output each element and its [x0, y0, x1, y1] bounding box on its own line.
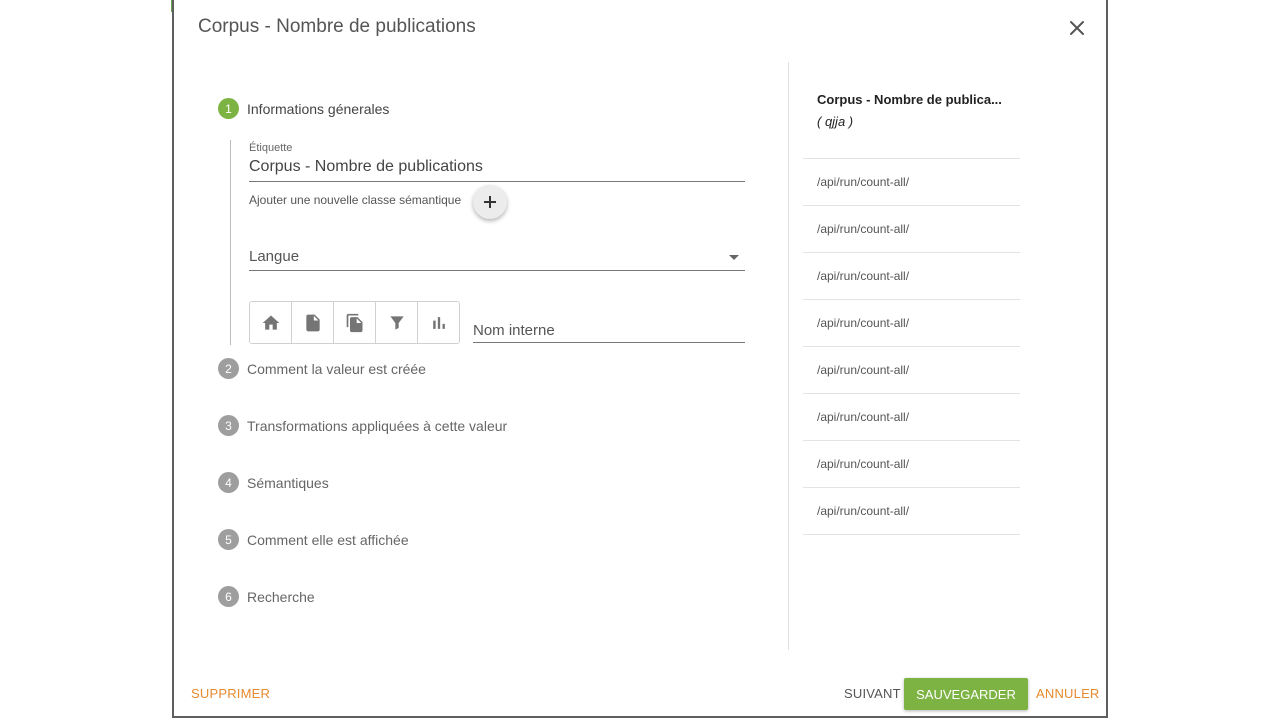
step-3[interactable]: 3 Transformations appliquées à cette val… [218, 415, 507, 436]
route-list-item[interactable]: /api/run/count-all/ [803, 346, 1020, 393]
route-list-item[interactable]: /api/run/count-all/ [803, 440, 1020, 487]
scope-chart-button[interactable] [418, 302, 459, 343]
step-label: Informations génerales [247, 100, 390, 117]
filter-icon [389, 315, 404, 330]
step-number: 1 [218, 98, 239, 119]
scope-toggle-group [249, 301, 460, 344]
preview-title: Corpus - Nombre de publica... [817, 92, 1002, 107]
step-1[interactable]: 1 Informations génerales [218, 98, 389, 119]
etiquette-input[interactable]: Corpus - Nombre de publications [249, 158, 745, 182]
step-2[interactable]: 2 Comment la valeur est créée [218, 358, 426, 379]
home-icon [262, 315, 279, 330]
step-label: Recherche [247, 588, 315, 605]
step-1-content: Étiquette Corpus - Nombre de publication… [230, 140, 751, 345]
scope-home-button[interactable] [250, 302, 292, 343]
route-list-item[interactable]: /api/run/count-all/ [803, 393, 1020, 440]
language-select[interactable]: Langue [249, 246, 745, 271]
route-list-item[interactable]: /api/run/count-all/ [803, 158, 1020, 205]
language-placeholder: Langue [249, 248, 300, 265]
route-list-item[interactable]: /api/run/count-all/ [803, 205, 1020, 252]
cancel-button[interactable]: ANNULER [1036, 686, 1100, 701]
route-list-item[interactable]: /api/run/count-all/ [803, 299, 1020, 346]
page-backdrop [0, 0, 174, 720]
documents-icon [346, 313, 362, 332]
step-number: 3 [218, 415, 239, 436]
step-number: 6 [218, 586, 239, 607]
delete-button[interactable]: SUPPRIMER [191, 686, 270, 701]
etiquette-label: Étiquette [249, 142, 293, 154]
dropdown-arrow-icon [729, 255, 739, 260]
preview-subtitle: ( qjja ) [817, 114, 854, 129]
step-label: Comment elle est affichée [247, 531, 409, 548]
scope-documents-button[interactable] [334, 302, 376, 343]
internal-name-input[interactable]: Nom interne [473, 320, 745, 343]
route-list-item[interactable]: /api/run/count-all/ [803, 487, 1020, 535]
step-label: Sémantiques [247, 474, 329, 491]
close-icon[interactable] [1066, 17, 1088, 39]
next-button[interactable]: SUIVANT [844, 686, 901, 701]
step-4[interactable]: 4 Sémantiques [218, 472, 329, 493]
internal-name-placeholder: Nom interne [473, 322, 555, 339]
plus-icon [484, 196, 496, 208]
bar-chart-icon [432, 316, 445, 329]
step-6[interactable]: 6 Recherche [218, 586, 315, 607]
edit-field-dialog: Corpus - Nombre de publications 1 Inform… [172, 0, 1108, 718]
semantic-class-label: Ajouter une nouvelle classe sémantique [249, 193, 462, 207]
route-list-item[interactable]: /api/run/count-all/ [803, 252, 1020, 299]
save-button[interactable]: SAUVEGARDER [904, 678, 1028, 710]
scope-document-button[interactable] [292, 302, 334, 343]
scope-filter-button[interactable] [376, 302, 418, 343]
step-number: 2 [218, 358, 239, 379]
step-label: Transformations appliquées à cette valeu… [247, 417, 508, 434]
step-number: 4 [218, 472, 239, 493]
panel-divider [788, 62, 789, 650]
add-semantic-class-button[interactable] [473, 185, 507, 219]
step-label: Comment la valeur est créée [247, 360, 426, 377]
preview-route-list: /api/run/count-all/ /api/run/count-all/ … [803, 158, 1020, 535]
document-icon [305, 314, 320, 331]
dialog-title: Corpus - Nombre de publications [198, 16, 476, 37]
step-5[interactable]: 5 Comment elle est affichée [218, 529, 409, 550]
step-number: 5 [218, 529, 239, 550]
